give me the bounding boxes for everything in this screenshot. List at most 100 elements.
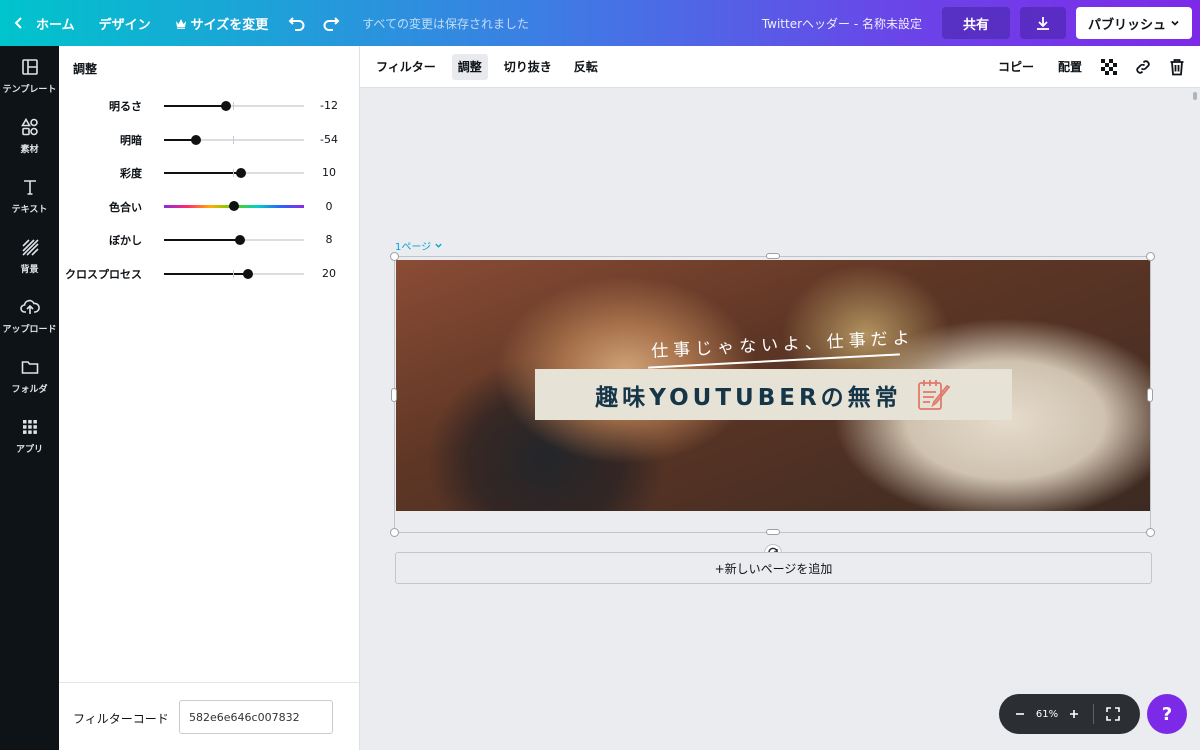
trash-icon xyxy=(1170,58,1184,75)
slider-row-blur: ぼかし 8 xyxy=(59,230,359,250)
resize-handle-br[interactable] xyxy=(1146,528,1155,537)
resize-handle-tl[interactable] xyxy=(390,252,399,261)
slider-knob[interactable] xyxy=(229,201,239,211)
delete-button[interactable] xyxy=(1164,54,1190,80)
slider-knob[interactable] xyxy=(220,101,231,111)
transparency-button[interactable] xyxy=(1096,54,1122,80)
slider-label: 色合い xyxy=(109,201,142,214)
publish-button[interactable]: パブリッシュ xyxy=(1076,7,1192,39)
slider-label: クロスプロセス xyxy=(65,268,142,281)
canvas-area: 1ページ 仕事じゃないよ、仕事だよ 趣味YOUTUBERの無常 +新しいページを… xyxy=(360,88,1200,750)
page-label-text: 1ページ xyxy=(395,242,432,253)
rail-item-background[interactable]: 背景 xyxy=(0,226,59,286)
home-button[interactable]: ホーム xyxy=(0,0,87,46)
link-button[interactable] xyxy=(1130,54,1156,80)
minus-icon xyxy=(1016,713,1024,715)
contrast-slider[interactable] xyxy=(164,135,304,145)
undo-button[interactable] xyxy=(280,0,314,46)
slider-row-hue: 色合い 0 xyxy=(59,197,359,217)
slider-knob[interactable] xyxy=(243,269,253,279)
rail-label: アプリ xyxy=(15,445,43,455)
add-page-button[interactable]: +新しいページを追加 xyxy=(395,552,1152,584)
hue-slider[interactable] xyxy=(164,201,304,211)
crown-icon xyxy=(175,18,186,29)
design-title[interactable]: 趣味YOUTUBERの無常 xyxy=(595,378,901,412)
slider-value[interactable]: 20 xyxy=(315,267,343,280)
slider-value[interactable]: -54 xyxy=(315,133,343,146)
background-pattern-icon xyxy=(21,239,39,256)
panel-title: 調整 xyxy=(73,62,98,76)
redo-button[interactable] xyxy=(314,0,348,46)
resize-handle-top[interactable] xyxy=(766,253,780,259)
rail-item-upload[interactable]: アップロード xyxy=(0,286,59,346)
slider-value[interactable]: 8 xyxy=(315,233,343,246)
fullscreen-button[interactable] xyxy=(1102,703,1124,725)
brightness-slider[interactable] xyxy=(164,101,304,111)
rail-item-elements[interactable]: 素材 xyxy=(0,106,59,166)
zoom-out-button[interactable] xyxy=(1009,703,1031,725)
page-label[interactable]: 1ページ xyxy=(395,238,443,253)
slider-value[interactable]: 0 xyxy=(315,200,343,213)
filter-button[interactable]: フィルター xyxy=(370,54,442,80)
side-rail: テンプレート 素材 テキスト 背景 アップロード フォルダ アプリ xyxy=(0,46,59,750)
help-button[interactable]: ? xyxy=(1147,694,1187,734)
slider-value[interactable]: -12 xyxy=(315,99,343,112)
cloud-upload-icon xyxy=(19,299,40,314)
rail-label: フォルダ xyxy=(11,385,48,395)
slider-knob[interactable] xyxy=(236,168,246,178)
slider-row-cross-process: クロスプロセス 20 xyxy=(59,264,359,284)
document-title[interactable]: Twitterヘッダー - 名称未設定 xyxy=(750,0,942,46)
slider-label: 明るさ xyxy=(109,100,142,113)
slider-row-brightness: 明るさ -12 xyxy=(59,96,359,116)
rail-label: アップロード xyxy=(2,325,57,335)
zoom-separator xyxy=(1093,704,1094,724)
resize-handle-tr[interactable] xyxy=(1146,252,1155,261)
design-page[interactable]: 仕事じゃないよ、仕事だよ 趣味YOUTUBERの無常 xyxy=(396,260,1151,511)
rail-item-text[interactable]: テキスト xyxy=(0,166,59,226)
resize-button[interactable]: サイズを変更 xyxy=(163,0,281,46)
rail-label: テキスト xyxy=(11,205,48,215)
adjust-button[interactable]: 調整 xyxy=(451,53,488,80)
slider-knob[interactable] xyxy=(234,235,245,245)
rail-label: 素材 xyxy=(20,145,39,155)
saturation-slider[interactable] xyxy=(164,168,304,178)
rail-item-apps[interactable]: アプリ xyxy=(0,406,59,466)
filter-code-label: フィルターコード xyxy=(73,712,169,726)
redo-icon xyxy=(323,17,340,31)
flip-button[interactable]: 反転 xyxy=(568,54,604,80)
crop-button[interactable]: 切り抜き xyxy=(498,54,558,80)
undo-icon xyxy=(288,17,305,31)
arrange-button[interactable]: 配置 xyxy=(1052,54,1088,80)
download-button[interactable] xyxy=(1020,7,1066,39)
resize-handle-right[interactable] xyxy=(1147,388,1153,402)
vertical-scrollbar[interactable] xyxy=(1190,88,1200,750)
cross-process-slider[interactable] xyxy=(164,269,304,279)
shapes-icon xyxy=(20,118,38,136)
zoom-in-button[interactable] xyxy=(1063,703,1085,725)
blur-slider[interactable] xyxy=(164,235,304,245)
top-bar: ホーム デザイン サイズを変更 すべての変更は保存されました Twitterヘッ… xyxy=(0,0,1200,46)
slider-row-saturation: 彩度 10 xyxy=(59,163,359,183)
filter-code-input[interactable] xyxy=(179,700,333,734)
link-icon xyxy=(1136,59,1150,74)
resize-handle-left[interactable] xyxy=(391,388,397,402)
share-button[interactable]: 共有 xyxy=(942,7,1010,39)
rail-label: テンプレート xyxy=(2,85,57,95)
slider-value[interactable]: 10 xyxy=(315,166,343,179)
notepad-pencil-icon xyxy=(917,379,951,410)
design-menu[interactable]: デザイン xyxy=(87,0,163,46)
plus-icon xyxy=(1070,710,1078,718)
apps-grid-icon xyxy=(22,420,37,434)
rail-item-templates[interactable]: テンプレート xyxy=(0,46,59,106)
resize-handle-bottom[interactable] xyxy=(766,529,780,535)
rail-item-folder[interactable]: フォルダ xyxy=(0,346,59,406)
transparency-checker-icon xyxy=(1101,58,1117,75)
slider-knob[interactable] xyxy=(191,135,202,145)
folder-icon xyxy=(21,361,38,374)
resize-handle-bl[interactable] xyxy=(390,528,399,537)
zoom-value[interactable]: 61% xyxy=(1031,709,1063,720)
title-banner[interactable]: 趣味YOUTUBERの無常 xyxy=(535,369,1012,420)
adjust-panel: 調整 明るさ -12 明暗 -54 彩度 10 色合い 0 ぼかし 8 クロスプ… xyxy=(59,46,360,750)
copy-button[interactable]: コピー xyxy=(992,54,1040,80)
scrollbar-thumb[interactable] xyxy=(1193,92,1197,100)
